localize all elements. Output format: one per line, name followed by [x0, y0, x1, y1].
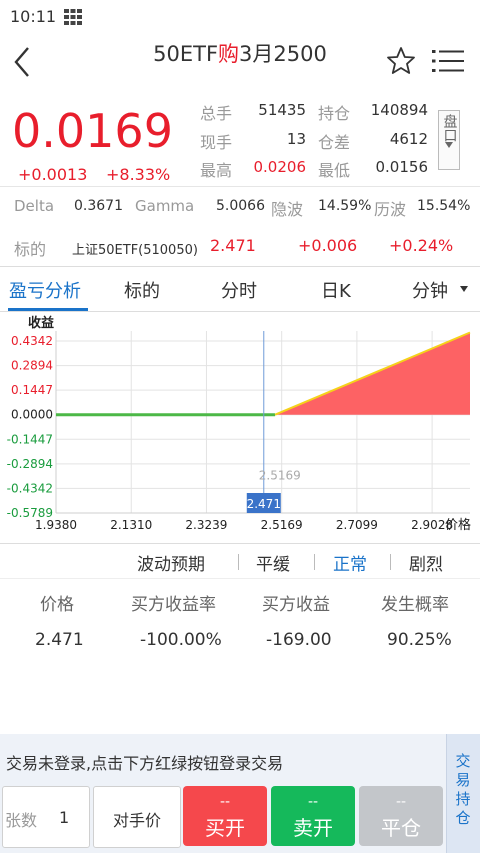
gamma-label: Gamma — [135, 197, 195, 215]
quantity-label: 张数 — [5, 811, 38, 830]
stat-value: 4612 — [389, 130, 428, 148]
quote-stats: 总手 51435 持仓 140894 现手 13 仓差 4612 最高 0.02… — [198, 98, 436, 184]
tab-underlying[interactable]: 标的 — [124, 277, 160, 303]
y-axis-title: 收益 — [28, 315, 54, 331]
y-tick-label: -0.1447 — [7, 432, 53, 446]
tab-intraday[interactable]: 分时 — [221, 277, 257, 303]
scenario-label: 波动预期 — [137, 555, 205, 575]
divider — [0, 186, 480, 187]
y-tick-label: -0.2894 — [7, 457, 53, 471]
x-tick-label: 2.5169 — [261, 518, 303, 532]
quantity-field[interactable]: 张数 1 — [2, 786, 90, 848]
x-tick-label: 2.7099 — [336, 518, 378, 532]
stat-value-high: 0.0206 — [253, 158, 307, 176]
y-axis-labels: 0.4342 0.2894 0.1447 0.0000 -0.1447 -0.2894 -0… — [7, 334, 53, 520]
volatility-scenario: 波动预期 平缓 正常 剧烈 — [0, 543, 480, 579]
x-tick-label: 2.1310 — [110, 518, 152, 532]
counter-price-button[interactable]: 对手价 — [93, 786, 181, 848]
buy-open-label: 买开 — [205, 816, 245, 840]
x-axis-labels: 1.9380 2.1310 2.3239 2.5169 2.7099 2.9028 — [35, 518, 453, 532]
divider — [238, 554, 239, 570]
table-cell: 2.471 — [35, 630, 84, 650]
table-header: 买方收益 — [262, 595, 330, 615]
stat-label: 仓差 — [318, 133, 351, 152]
menu-list-icon[interactable] — [432, 48, 464, 74]
stat-label: 持仓 — [318, 104, 351, 123]
apps-grid-icon — [64, 9, 82, 25]
underlying-label: 标的 — [14, 240, 47, 259]
x-tick-label: 2.3239 — [185, 518, 227, 532]
stat-label: 总手 — [200, 104, 233, 123]
y-tick-label: 0.2894 — [11, 359, 53, 373]
underlying-price: 2.471 — [210, 236, 256, 255]
price-change: +0.0013 — [18, 165, 88, 184]
underlying-change: +0.006 — [298, 236, 358, 255]
hv-value: 15.54% — [417, 198, 471, 214]
scenario-option-volatile[interactable]: 剧烈 — [409, 550, 443, 575]
login-message: 交易未登录,点击下方红绿按钮登录交易 — [6, 754, 284, 773]
delta-value: 0.3671 — [74, 198, 123, 214]
stat-label: 最高 — [200, 161, 233, 180]
table-cell: -169.00 — [266, 630, 332, 650]
divider — [314, 554, 315, 570]
status-bar: 10:11 — [0, 0, 480, 34]
star-icon[interactable] — [386, 46, 416, 76]
price-change-pct: +8.33% — [106, 165, 171, 184]
table-cell: 90.25% — [387, 630, 452, 650]
delta-label: Delta — [14, 197, 55, 215]
close-price: -- — [395, 794, 407, 810]
trade-position-tab-label: 交易持仓 — [455, 752, 471, 827]
price-cursor: 2.5169 2.471 — [247, 331, 301, 513]
close-label: 平仓 — [381, 816, 421, 840]
y-tick-label: 0.0000 — [11, 408, 53, 422]
greeks-row: Delta 0.3671 Gamma 5.0066 隐波 14.59% 历波 1… — [0, 194, 480, 220]
gamma-value: 5.0066 — [216, 198, 265, 214]
underlying-row[interactable]: 标的 上证50ETF(510050) 2.471 +0.006 +0.24% — [0, 234, 480, 260]
sell-open-button[interactable]: -- 卖开 — [271, 786, 355, 846]
close-position-button[interactable]: -- 平仓 — [359, 786, 443, 846]
sell-open-label: 卖开 — [293, 816, 333, 840]
tab-pnl-analysis[interactable]: 盈亏分析 — [9, 277, 81, 303]
buy-open-button[interactable]: -- 买开 — [183, 786, 267, 846]
scenario-option-calm[interactable]: 平缓 — [256, 550, 290, 575]
divider — [390, 554, 391, 570]
buy-open-price: -- — [219, 794, 231, 810]
tab-daily-k[interactable]: 日K — [321, 277, 351, 303]
table-header: 买方收益率 — [131, 595, 216, 615]
scenario-option-normal[interactable]: 正常 — [333, 550, 367, 575]
strike-label: 2.5169 — [259, 469, 301, 483]
counter-price-label: 对手价 — [112, 811, 161, 830]
x-tick-label: 1.9380 — [35, 518, 77, 532]
y-tick-label: -0.4342 — [7, 481, 53, 495]
stat-value-low: 0.0156 — [375, 158, 429, 176]
iv-label: 隐波 — [271, 200, 304, 219]
pnl-chart[interactable]: 0.4342 0.2894 0.1447 0.0000 -0.1447 -0.2894 -0… — [0, 311, 480, 543]
sell-open-price: -- — [307, 794, 319, 810]
x-axis-title: 价格 — [445, 517, 471, 533]
table-cell: -100.00% — [140, 630, 222, 650]
stat-value: 51435 — [258, 101, 306, 119]
hv-label: 历波 — [374, 200, 407, 219]
top-bar: 50ETF购3月2500 — [0, 34, 480, 90]
stat-label: 现手 — [200, 133, 233, 152]
quantity-value: 1 — [59, 808, 70, 827]
stat-value: 13 — [286, 130, 306, 148]
underlying-change-pct: +0.24% — [389, 236, 454, 255]
last-price: 0.0169 — [12, 104, 173, 158]
tab-minute[interactable]: 分钟 — [412, 277, 448, 303]
stat-label: 最低 — [318, 161, 351, 180]
y-tick-label: 0.1447 — [11, 383, 53, 397]
price-cursor-value: 2.471 — [247, 497, 281, 511]
caret-down-icon — [460, 286, 468, 292]
underlying-name: 上证50ETF(510050) — [72, 243, 198, 258]
stat-value: 140894 — [370, 101, 428, 119]
chart-tabs: 盈亏分析 标的 分时 日K 分钟 — [0, 266, 480, 312]
iv-value: 14.59% — [318, 198, 372, 214]
status-time: 10:11 — [10, 7, 57, 26]
y-tick-label: 0.4342 — [11, 334, 53, 348]
order-book-button[interactable]: 盘口 — [438, 110, 460, 170]
caret-down-icon — [445, 142, 453, 148]
table-header: 发生概率 — [381, 595, 449, 615]
table-header: 价格 — [40, 595, 74, 615]
